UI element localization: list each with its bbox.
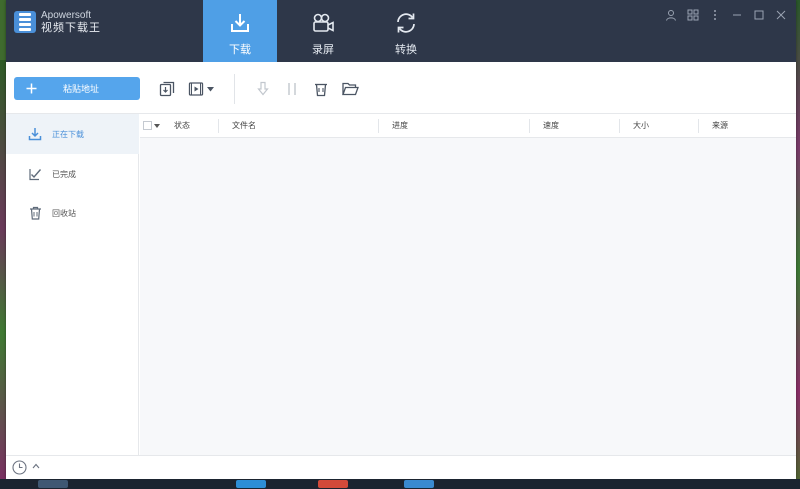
app-name: 视频下载王 [41,22,101,34]
tab-convert[interactable]: 转换 [369,0,443,62]
taskbar-app-icon[interactable] [38,480,68,488]
more-vertical-icon[interactable] [708,8,722,22]
delete-icon[interactable] [312,80,330,98]
sidebar-item-label: 正在下载 [52,129,84,139]
column-divider [529,119,530,133]
column-divider [378,119,379,133]
title-bar: Apowersoft 视频下载王 下载 录屏 转换 [6,0,796,62]
desktop-wallpaper-right [796,0,800,489]
sidebar-item-downloading[interactable]: 正在下载 [6,114,139,154]
column-divider [698,119,699,133]
column-size[interactable]: 大小 [633,114,649,138]
toolbar: 粘贴地址 [6,62,796,114]
app-logo-icon [14,11,36,33]
sidebar-item-completed[interactable]: 已完成 [6,154,139,194]
column-speed[interactable]: 速度 [543,114,559,138]
app-window: Apowersoft 视频下载王 下载 录屏 转换 粘贴地址 正在下载 已完成 … [6,0,796,479]
tab-download-label: 下载 [229,43,251,56]
sidebar: 正在下载 已完成 回收站 [6,114,139,455]
taskbar-app-icon[interactable] [236,480,266,488]
column-status[interactable]: 状态 [174,114,190,138]
video-download-icon[interactable] [187,80,205,98]
column-divider [619,119,620,133]
os-taskbar [0,479,800,489]
download-tray-icon [231,14,249,32]
taskbar-app-icon[interactable] [318,480,348,488]
user-icon[interactable] [664,8,678,22]
download-icon [27,126,43,142]
video-camera-icon [313,13,334,32]
sidebar-item-label: 已完成 [52,169,76,179]
chevron-up-icon[interactable] [32,463,40,469]
plus-icon [26,83,37,94]
grid-settings-icon[interactable] [686,8,700,22]
toolbar-divider [234,74,235,104]
column-source[interactable]: 来源 [712,114,728,138]
column-divider [218,119,219,133]
taskbar-app-icon[interactable] [404,480,434,488]
column-progress[interactable]: 进度 [392,114,408,138]
tab-record-label: 录屏 [312,43,334,56]
convert-arrows-icon [397,13,415,33]
sidebar-item-label: 回收站 [52,208,76,218]
paste-url-button[interactable]: 粘贴地址 [14,77,140,100]
status-bar [6,455,796,479]
tab-convert-label: 转换 [395,43,417,56]
brand-name: Apowersoft [41,10,92,21]
sidebar-item-recycle-bin[interactable]: 回收站 [6,193,139,233]
tab-download[interactable]: 下载 [203,0,277,62]
pause-icon[interactable] [283,80,301,98]
tab-record[interactable]: 录屏 [286,0,360,62]
table-header: 状态 文件名 进度 速度 大小 来源 [140,114,796,138]
trash-icon [27,205,43,221]
batch-download-icon[interactable] [158,80,176,98]
select-all-checkbox[interactable] [143,121,152,130]
select-dropdown-caret-icon[interactable] [154,124,160,128]
app-brand: Apowersoft 视频下载王 [41,10,101,35]
clock-icon[interactable] [12,460,27,475]
minimize-icon[interactable] [730,8,744,22]
close-icon[interactable] [774,8,788,22]
checklist-icon [27,166,43,182]
open-folder-icon[interactable] [341,80,359,98]
start-download-icon[interactable] [254,80,272,98]
paste-url-label: 粘贴地址 [63,85,100,95]
window-controls [664,8,788,22]
maximize-icon[interactable] [752,8,766,22]
dropdown-caret-icon[interactable] [205,80,215,98]
download-list: 状态 文件名 进度 速度 大小 来源 [140,114,796,455]
column-filename[interactable]: 文件名 [232,114,256,138]
